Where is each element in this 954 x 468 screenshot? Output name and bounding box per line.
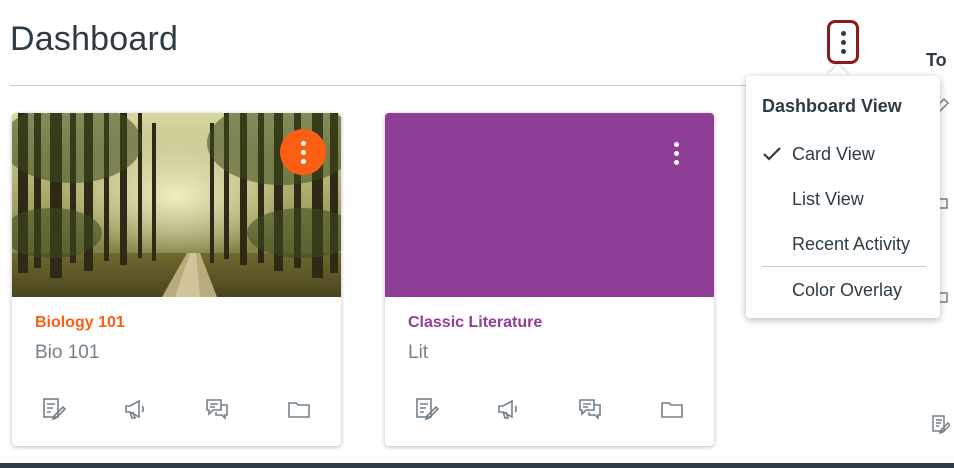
card-hero-color[interactable] (385, 113, 714, 297)
dropdown-heading: Dashboard View (762, 96, 902, 116)
course-card-literature[interactable]: Classic Literature Lit (385, 113, 714, 446)
page-title: Dashboard (10, 20, 179, 58)
menu-item-label: Card View (792, 143, 875, 164)
announcements-icon[interactable] (495, 396, 521, 422)
menu-item-label: Color Overlay (792, 279, 903, 300)
todo-heading: To (926, 50, 947, 70)
menu-item-label: List View (792, 188, 864, 209)
course-code: Lit (408, 342, 429, 363)
menu-item-card-view[interactable]: Card View (746, 136, 940, 172)
course-card-biology[interactable]: Biology 101 Bio 101 (12, 113, 341, 446)
card-hero-image[interactable] (12, 113, 341, 297)
checkmark-icon (763, 147, 781, 161)
menu-item-list-view[interactable]: List View (746, 181, 940, 217)
announcements-icon[interactable] (122, 396, 148, 422)
files-icon[interactable] (659, 396, 685, 422)
course-title[interactable]: Biology 101 (35, 314, 125, 332)
files-icon[interactable] (286, 396, 312, 422)
bottom-bar (0, 463, 954, 468)
menu-item-label: Recent Activity (792, 233, 911, 254)
menu-item-recent-activity[interactable]: Recent Activity (746, 226, 940, 262)
card-options-button[interactable] (661, 135, 691, 171)
card-options-button[interactable] (280, 129, 326, 175)
dashboard-options-button[interactable] (827, 20, 859, 64)
menu-item-color-overlay[interactable]: Color Overlay (746, 272, 940, 308)
discussions-icon[interactable] (577, 396, 603, 422)
course-code: Bio 101 (35, 342, 100, 363)
dashboard-view-menu: Dashboard View Card View List View Recen… (746, 76, 940, 318)
more-vertical-icon (300, 140, 306, 146)
discussions-icon[interactable] (204, 396, 230, 422)
menu-divider (762, 266, 926, 267)
course-title[interactable]: Classic Literature (408, 314, 542, 332)
more-vertical-icon (840, 30, 846, 36)
assignments-icon[interactable] (40, 396, 66, 422)
pencil-icon[interactable] (930, 414, 950, 434)
more-vertical-icon (673, 141, 679, 147)
assignments-icon[interactable] (413, 396, 439, 422)
card-action-icons (12, 396, 341, 426)
card-action-icons (385, 396, 714, 426)
